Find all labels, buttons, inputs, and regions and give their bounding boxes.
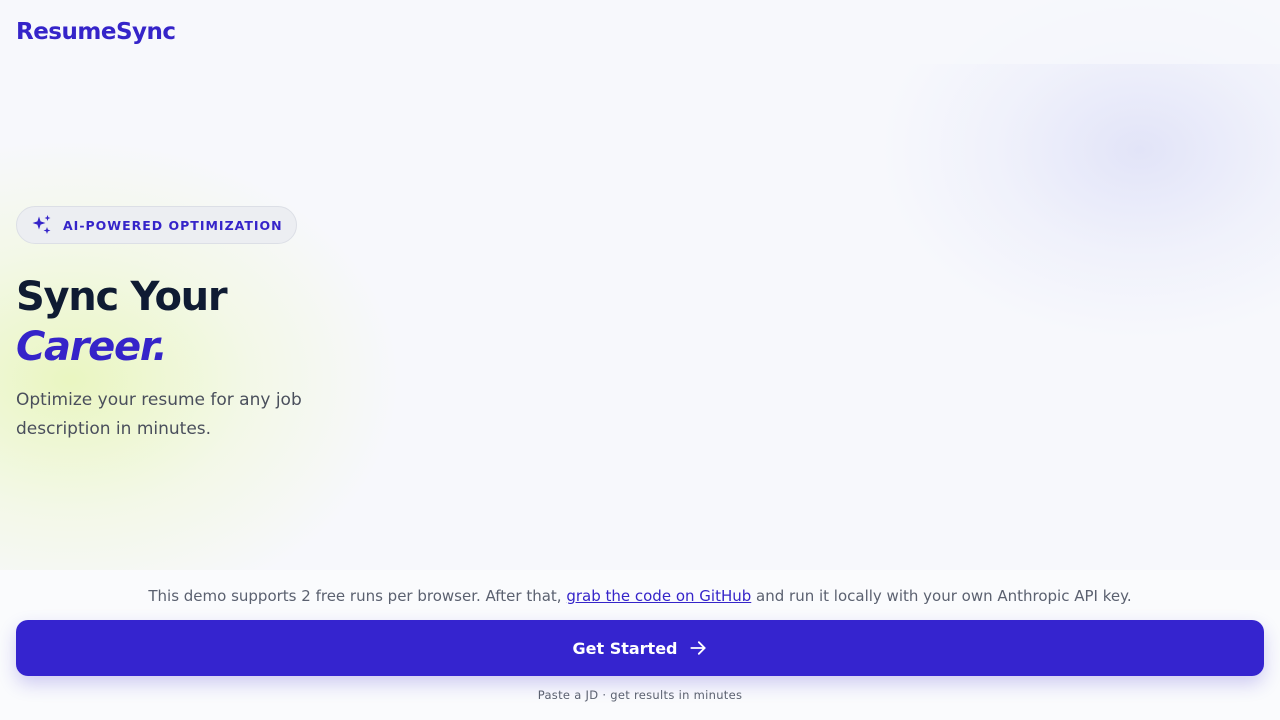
cta-hint: Paste a JD · get results in minutes <box>537 688 743 702</box>
github-link[interactable]: grab the code on GitHub <box>566 587 751 605</box>
headline-line-1: Sync Your <box>16 274 228 320</box>
top-bar: ResumeSync <box>0 0 1280 64</box>
hero-subtext: Optimize your resume for any job descrip… <box>16 390 302 439</box>
demo-notice: This demo supports 2 free runs per brows… <box>0 587 1280 605</box>
get-started-label: Get Started <box>572 638 678 658</box>
feature-badge-label: AI-POWERED OPTIMIZATION <box>63 217 283 233</box>
sparkles-icon <box>30 213 54 237</box>
demo-notice-text-end: and run it locally with your own Anthrop… <box>751 587 1132 605</box>
headline-accent: Career. <box>16 324 168 370</box>
demo-notice-text-start: This demo supports 2 free runs per brows… <box>148 587 567 605</box>
app-logo[interactable]: ResumeSync <box>16 19 176 45</box>
page: ResumeSync AI-POWERED OPTIMIZATION Sync … <box>0 0 1280 720</box>
footer-panel: This demo supports 2 free runs per brows… <box>0 570 1280 720</box>
arrow-right-icon <box>688 638 708 658</box>
hero-section: AI-POWERED OPTIMIZATION Sync Your Career… <box>16 206 356 444</box>
get-started-button[interactable]: Get Started <box>16 620 1264 676</box>
hero-headline: Sync Your Career. <box>16 272 356 372</box>
feature-badge: AI-POWERED OPTIMIZATION <box>16 206 297 244</box>
